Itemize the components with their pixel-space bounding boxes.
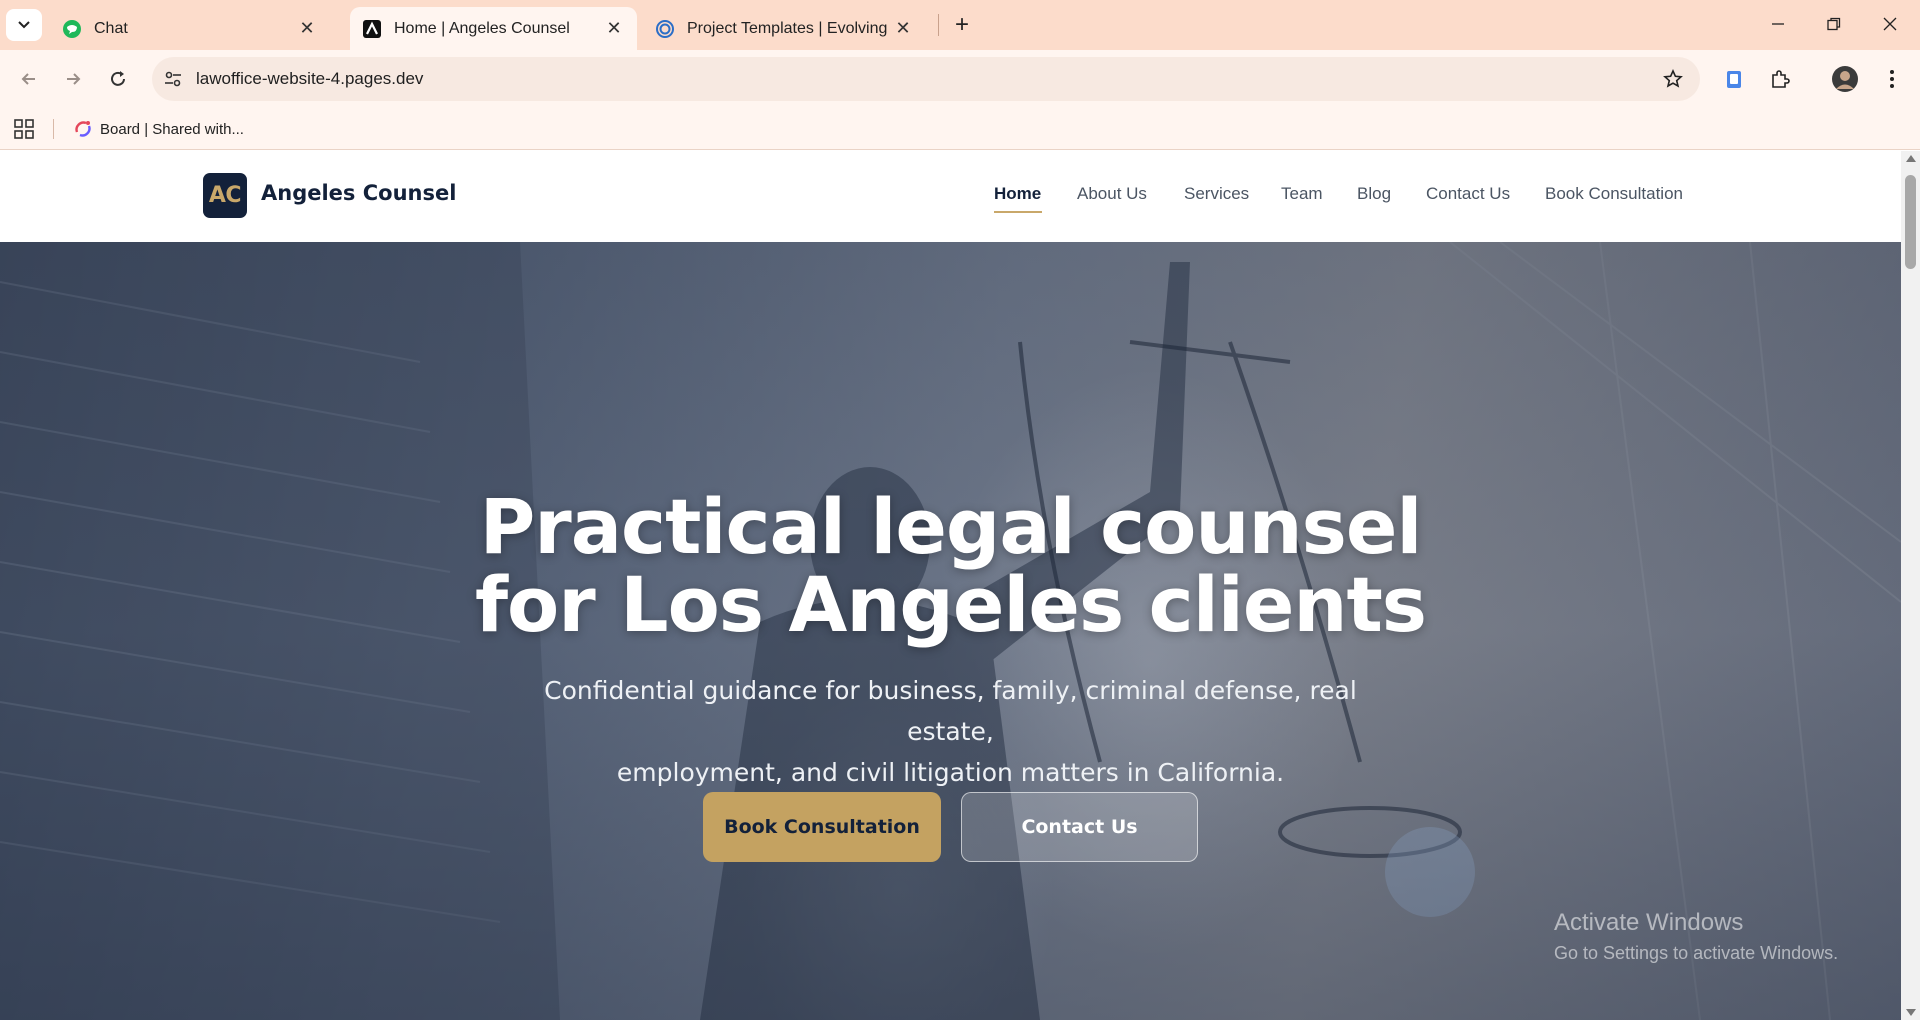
plus-icon: + <box>954 11 969 38</box>
tab-title: Home | Angeles Counsel <box>394 19 570 37</box>
restore-button[interactable] <box>1806 0 1862 48</box>
browser-tab-strip: Chat ✕ Home | Angeles Counsel ✕ Project … <box>0 0 1920 50</box>
bookmark-label: Board | Shared with... <box>100 120 244 138</box>
page-viewport: AC Angeles Counsel Home About Us Service… <box>0 151 1920 1020</box>
hero-title-line1: Practical legal counsel <box>479 482 1423 571</box>
arrow-right-icon <box>67 73 81 85</box>
nav-contact-us[interactable]: Contact Us <box>1426 184 1510 204</box>
main-nav: Home About Us Services Team Blog Contact… <box>0 184 1901 214</box>
close-icon[interactable]: ✕ <box>296 18 318 40</box>
tab-separator <box>938 14 939 36</box>
active-nav-indicator <box>994 211 1042 213</box>
extension-clipboard-button[interactable] <box>1717 62 1751 96</box>
bookmark-star-icon[interactable] <box>1662 68 1684 90</box>
url-text: lawoffice-website-4.pages.dev <box>196 69 424 88</box>
nav-services[interactable]: Services <box>1184 184 1249 204</box>
contact-us-button[interactable]: Contact Us <box>961 792 1198 862</box>
address-bar[interactable]: lawoffice-website-4.pages.dev <box>152 57 1700 101</box>
extensions-button[interactable] <box>1763 62 1797 96</box>
close-icon[interactable]: ✕ <box>892 18 914 40</box>
board-icon <box>75 121 91 137</box>
back-button[interactable] <box>12 62 46 96</box>
nav-about-us[interactable]: About Us <box>1077 184 1147 204</box>
tab-title: Project Templates | Evolving Cyb <box>687 19 892 37</box>
site-header: AC Angeles Counsel Home About Us Service… <box>0 151 1901 242</box>
bookmark-separator <box>53 119 54 139</box>
hero-subtitle-line2: employment, and civil litigation matters… <box>616 758 1285 787</box>
nav-team[interactable]: Team <box>1281 184 1323 204</box>
reload-button[interactable] <box>101 62 135 96</box>
browser-toolbar: lawoffice-website-4.pages.dev <box>0 50 1920 108</box>
spiral-icon <box>655 19 675 39</box>
apps-grid-icon[interactable] <box>13 118 35 140</box>
profile-avatar[interactable] <box>1828 62 1862 96</box>
windows-activation-watermark: Activate Windows Go to Settings to activ… <box>1554 909 1838 964</box>
hero-title: Practical legal counsel for Los Angeles … <box>0 488 1901 644</box>
tab-search-button[interactable] <box>6 9 42 41</box>
nav-home[interactable]: Home <box>994 184 1041 204</box>
minimize-icon <box>1772 23 1784 25</box>
watermark-subtitle: Go to Settings to activate Windows. <box>1554 943 1839 963</box>
site-info-icon[interactable] <box>162 68 184 90</box>
book-consultation-button[interactable]: Book Consultation <box>703 792 941 862</box>
scroll-down-arrow-icon[interactable] <box>1906 1009 1916 1016</box>
hero-section: Practical legal counsel for Los Angeles … <box>0 242 1901 1020</box>
scrollbar-thumb[interactable] <box>1905 175 1916 269</box>
tab-chat[interactable]: Chat ✕ <box>50 7 330 50</box>
nav-blog[interactable]: Blog <box>1357 184 1391 204</box>
close-icon <box>1883 17 1897 31</box>
chevron-down-icon <box>18 21 30 29</box>
kebab-menu-icon <box>1890 70 1894 88</box>
tab-title: Chat <box>94 19 128 37</box>
forward-button[interactable] <box>56 62 90 96</box>
bookmarks-bar: Board | Shared with... <box>0 108 1920 150</box>
reload-icon <box>111 71 125 86</box>
avatar-icon <box>1832 66 1858 92</box>
bookmark-board[interactable]: Board | Shared with... <box>74 116 244 142</box>
restore-icon <box>1827 17 1841 31</box>
window-close-button[interactable] <box>1862 0 1918 48</box>
scroll-up-arrow-icon[interactable] <box>1906 155 1916 162</box>
clipboard-extension-icon <box>1727 71 1741 88</box>
close-icon[interactable]: ✕ <box>603 18 625 40</box>
chat-bubble-icon <box>62 19 82 39</box>
hero-subtitle-line1: Confidential guidance for business, fami… <box>544 676 1357 746</box>
hero-subtitle: Confidential guidance for business, fami… <box>540 670 1361 793</box>
tab-project-templates[interactable]: Project Templates | Evolving Cyb ✕ <box>643 7 926 50</box>
page-scrollbar[interactable] <box>1901 151 1920 1020</box>
watermark-title: Activate Windows <box>1554 909 1744 936</box>
tab-home-angeles-counsel[interactable]: Home | Angeles Counsel ✕ <box>350 7 637 50</box>
puzzle-icon <box>1772 70 1790 88</box>
browser-menu-button[interactable] <box>1875 62 1909 96</box>
arrow-left-icon <box>21 73 35 85</box>
angeles-counsel-logo-icon <box>362 19 382 39</box>
minimize-button[interactable] <box>1750 0 1806 48</box>
hero-title-line2: for Los Angeles clients <box>474 560 1427 649</box>
nav-book-consultation[interactable]: Book Consultation <box>1545 184 1683 204</box>
new-tab-button[interactable]: + <box>948 11 976 39</box>
